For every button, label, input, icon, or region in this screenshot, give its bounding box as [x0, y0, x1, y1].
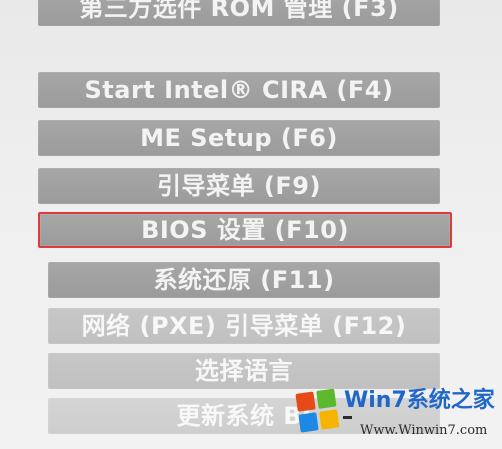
watermark: Win7系统之家 Www.Winwin7.com: [295, 385, 495, 443]
boot-menu: 第三方选件 ROM 管理 (F3) Start Intel® CIRA (F4)…: [0, 0, 502, 449]
windows-logo-icon: [295, 388, 340, 433]
menu-item-third-party-rom[interactable]: 第三方选件 ROM 管理 (F3): [38, 0, 440, 26]
menu-item-bios-setup[interactable]: BIOS 设置 (F10): [38, 212, 452, 248]
watermark-url: Www.Winwin7.com: [360, 423, 488, 438]
menu-item-system-restore[interactable]: 系统还原 (F11): [48, 262, 440, 298]
watermark-title: Win7系统之家: [344, 388, 495, 413]
menu-item-boot-menu[interactable]: 引导菜单 (F9): [38, 168, 440, 204]
menu-item-me-setup[interactable]: ME Setup (F6): [38, 120, 440, 156]
menu-item-start-intel-cira[interactable]: Start Intel® CIRA (F4): [38, 72, 440, 108]
menu-item-select-language[interactable]: 选择语言: [48, 353, 440, 389]
menu-item-network-boot[interactable]: 网络 (PXE) 引导菜单 (F12): [48, 308, 440, 344]
watermark-dash: [343, 416, 352, 419]
